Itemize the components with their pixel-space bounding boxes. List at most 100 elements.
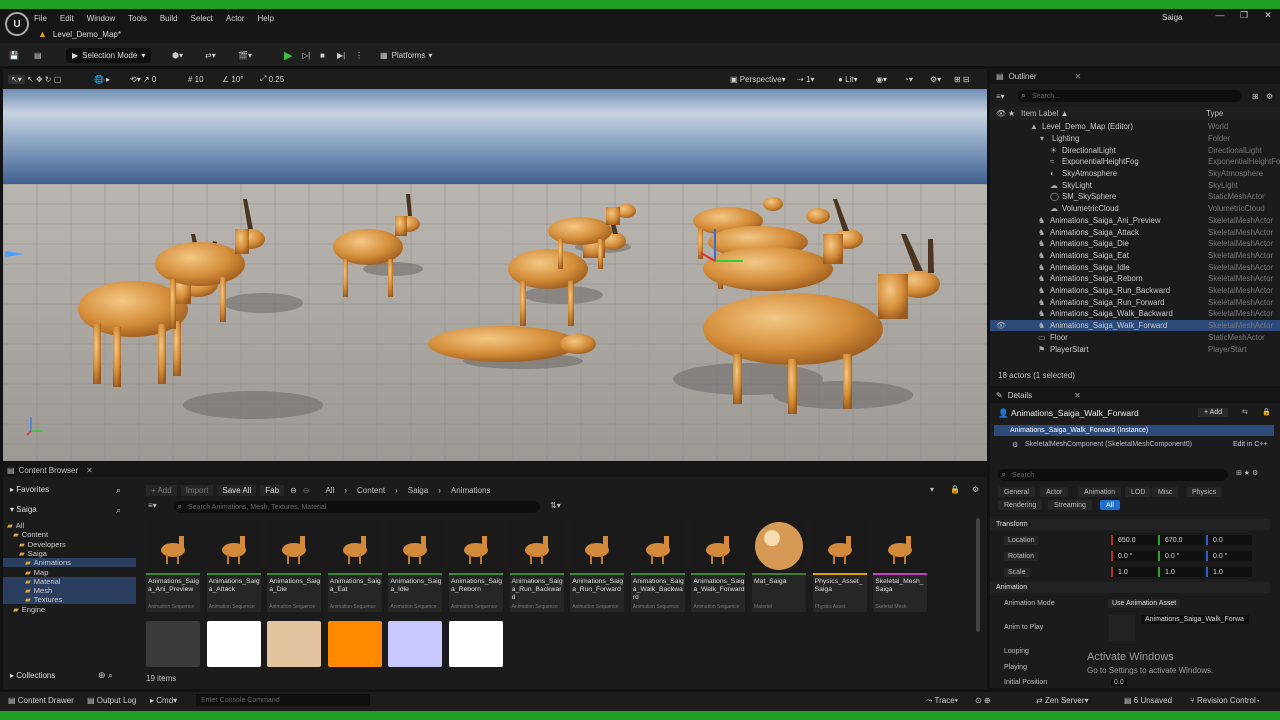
outliner-search-input[interactable]: Search... — [1018, 90, 1242, 102]
outliner-close-icon[interactable]: ✕ — [1075, 72, 1082, 81]
unsaved-button[interactable]: ▤ 6 Unsaved — [1124, 696, 1172, 705]
history-back-icon[interactable]: ⊖ — [290, 486, 297, 495]
folder-mesh[interactable]: ▰ Mesh — [3, 586, 136, 596]
details-tab-physics[interactable]: Physics — [1186, 487, 1223, 497]
console-input[interactable]: Enter Console Command — [196, 694, 370, 706]
outliner-row[interactable]: ♞ Animations_Saiga_Walk_Backward SkeletalM… — [990, 308, 1280, 320]
content-browser-close-icon[interactable]: ✕ — [86, 466, 93, 475]
anim-thumbnail[interactable] — [1109, 615, 1135, 641]
add-actor-icon[interactable]: ⬢▾ — [172, 47, 183, 63]
details-tab-lod[interactable]: LOD — [1125, 487, 1152, 497]
asset-tile[interactable]: Animations_Saiga_Walk_Forward Animation S… — [691, 520, 746, 612]
selection-mode-dropdown[interactable]: ▶ Selection Mode ▾ — [66, 47, 152, 63]
cb-search-input[interactable]: Search Animations, Mesh, Textures, Mater… — [174, 501, 540, 513]
cinematics-icon[interactable]: 🎬▾ — [238, 47, 252, 63]
minimize-icon[interactable]: — — [1208, 10, 1232, 20]
scale-y-field[interactable]: 1.0 — [1158, 567, 1204, 577]
content-browser-tab[interactable]: ▤ Content Browser ✕ — [3, 463, 987, 477]
saiga-root[interactable]: ▾ Saiga — [10, 505, 37, 514]
lock-icon[interactable]: 🔒 — [1262, 408, 1271, 416]
transform-section[interactable]: Transform — [990, 519, 1270, 530]
rotation-z-field[interactable]: 0.0 ° — [1206, 551, 1252, 561]
transform-tools[interactable]: ↖▾ ↖ ✥ ↻ ▢ — [8, 72, 61, 86]
realtime-icon[interactable]: ◔▾ — [904, 72, 913, 86]
outliner-row[interactable]: ≈ ExponentialHeightFog ExponentialHeightFo… — [990, 156, 1280, 168]
add-component-button[interactable]: + Add — [1198, 408, 1229, 417]
stop-icon[interactable]: ■ — [320, 47, 325, 63]
texture-thumbnail[interactable] — [388, 621, 443, 667]
menu-build[interactable]: Build — [160, 14, 178, 23]
outliner-row[interactable]: ♞ Animations_Saiga_Attack SkeletalMeshActo… — [990, 226, 1280, 238]
path-dropdown-icon[interactable]: ▾ — [930, 485, 934, 494]
edit-cpp-link[interactable]: Edit in C++ — [1233, 441, 1268, 448]
menu-select[interactable]: Select — [191, 14, 213, 23]
add-collection-icon[interactable]: ⊕ ⌕ — [98, 670, 113, 681]
angle-snap-button[interactable]: ∠ 10° — [222, 72, 244, 86]
outliner-row[interactable]: ▲ Level_Demo_Map (Editor) World — [990, 121, 1280, 133]
menu-tools[interactable]: Tools — [128, 14, 147, 23]
folder-material[interactable]: ▰ Material — [3, 576, 136, 586]
asset-tile[interactable]: Animations_Saiga_Idle Animation Sequence — [388, 520, 443, 612]
outliner-row[interactable]: ♞ Animations_Saiga_Eat SkeletalMeshActor — [990, 250, 1280, 262]
lit-dropdown[interactable]: ● Lit ▾ — [838, 72, 858, 86]
folder-textures[interactable]: ▰ Textures — [3, 595, 136, 605]
scale-x-field[interactable]: 1.0 — [1111, 567, 1157, 577]
path-content[interactable]: Content — [357, 486, 385, 495]
path-animations[interactable]: Animations — [451, 486, 491, 495]
cb-filter-icon[interactable]: ≡▾ — [148, 501, 157, 510]
cb-save-all-button[interactable]: Save All — [217, 484, 257, 496]
outliner-row[interactable]: ☁ SkyLight SkyLight — [990, 180, 1280, 192]
layout-icon[interactable]: ⊞ ⊟ — [954, 72, 970, 86]
cb-sort-icon[interactable]: ⇅▾ — [550, 501, 561, 510]
content-drawer-button[interactable]: ▤ Content Drawer — [8, 696, 74, 705]
details-tab-rendering[interactable]: Rendering — [998, 500, 1043, 510]
favorites-search-icon[interactable]: ⌕ — [116, 485, 121, 496]
derived-data-icon[interactable]: ⊙ ⊕ — [975, 696, 991, 705]
animation-section[interactable]: Animation — [990, 582, 1270, 593]
path-all[interactable]: All — [325, 486, 334, 495]
location-y-field[interactable]: 670.0 — [1158, 535, 1204, 545]
folder-engine[interactable]: ▰ Engine — [3, 605, 136, 614]
asset-tile[interactable]: Animations_Saiga_Die Animation Sequence — [267, 520, 322, 612]
menu-edit[interactable]: Edit — [60, 14, 74, 23]
details-view-icon[interactable]: ⊞ ★ ⚙ — [1236, 469, 1258, 477]
folder-all[interactable]: ▰ All — [3, 521, 136, 530]
outliner-row[interactable]: ♞ Animations_Saiga_Die SkeletalMeshActor — [990, 238, 1280, 250]
outliner-row[interactable]: ☁ VolumetricCloud VolumetricCloud — [990, 203, 1280, 215]
asset-tile[interactable]: Animations_Saiga_Run_Forward Animation Se… — [570, 520, 625, 612]
outliner-row[interactable]: ◯ SM_SkySphere StaticMeshActor — [990, 191, 1280, 203]
blueprint-icon[interactable]: ⇄▾ — [205, 47, 216, 63]
texture-thumbnail[interactable] — [206, 621, 261, 667]
path-saiga[interactable]: Saiga — [408, 486, 428, 495]
show-flags-icon[interactable]: ◉▾ — [876, 72, 887, 86]
tree-search-icon[interactable]: ⌕ — [116, 505, 121, 516]
folder-developers[interactable]: ▰ Developers — [3, 540, 136, 549]
save-icon[interactable]: 💾 — [9, 47, 19, 63]
folder-saiga[interactable]: ▰ Saiga — [3, 549, 136, 558]
details-tab-misc[interactable]: Misc — [1152, 487, 1179, 497]
asset-tile[interactable]: Physics_Asset_Saiga Physics Asset — [812, 520, 867, 612]
outliner-row[interactable]: ♞ Animations_Saiga_Reborn SkeletalMeshActo… — [990, 273, 1280, 285]
asset-tile[interactable]: Mat_Saiga Material — [752, 520, 806, 612]
details-tab-animation[interactable]: Animation — [1078, 487, 1122, 497]
rotation-dropdown[interactable]: Rotation — [1004, 552, 1039, 561]
col-item-label[interactable]: Item Label ▲ — [1021, 109, 1069, 118]
anim-to-play-field[interactable]: Animations_Saiga_Walk_Forwa — [1141, 615, 1249, 624]
outliner-row[interactable]: ♞ Animations_Saiga_Ani_Preview SkeletalMes… — [990, 215, 1280, 227]
settings-icon[interactable]: ⚙▾ — [930, 72, 941, 86]
outliner-row[interactable]: ▭ Floor StaticMeshActor — [990, 332, 1280, 344]
outliner-row[interactable]: 👁 ♞ Animations_Saiga_Walk_Forward SkeletalM… — [990, 319, 1280, 332]
asset-tile[interactable]: Animations_Saiga_Run_Backward Animation S… — [509, 520, 564, 612]
output-log-button[interactable]: ▤ Output Log — [87, 696, 136, 705]
zen-server-button[interactable]: ⇄ Zen Server▾ — [1036, 696, 1089, 705]
anim-mode-dropdown[interactable]: Use Animation Asset — [1108, 599, 1181, 608]
location-x-field[interactable]: 650.0 — [1111, 535, 1157, 545]
level-viewport[interactable] — [3, 89, 987, 461]
outliner-row[interactable]: ⚑ PlayerStart PlayerStart — [990, 343, 1280, 355]
cb-lock-icon[interactable]: 🔒 — [950, 485, 960, 494]
world-local-icon[interactable]: 🌐 ▸ — [94, 72, 110, 86]
folder-content[interactable]: ▰ Content — [3, 530, 136, 539]
rotation-x-field[interactable]: 0.0 ° — [1111, 551, 1157, 561]
close-icon[interactable]: ✕ — [1256, 10, 1280, 21]
cb-settings-icon[interactable]: ⚙ — [972, 485, 979, 494]
